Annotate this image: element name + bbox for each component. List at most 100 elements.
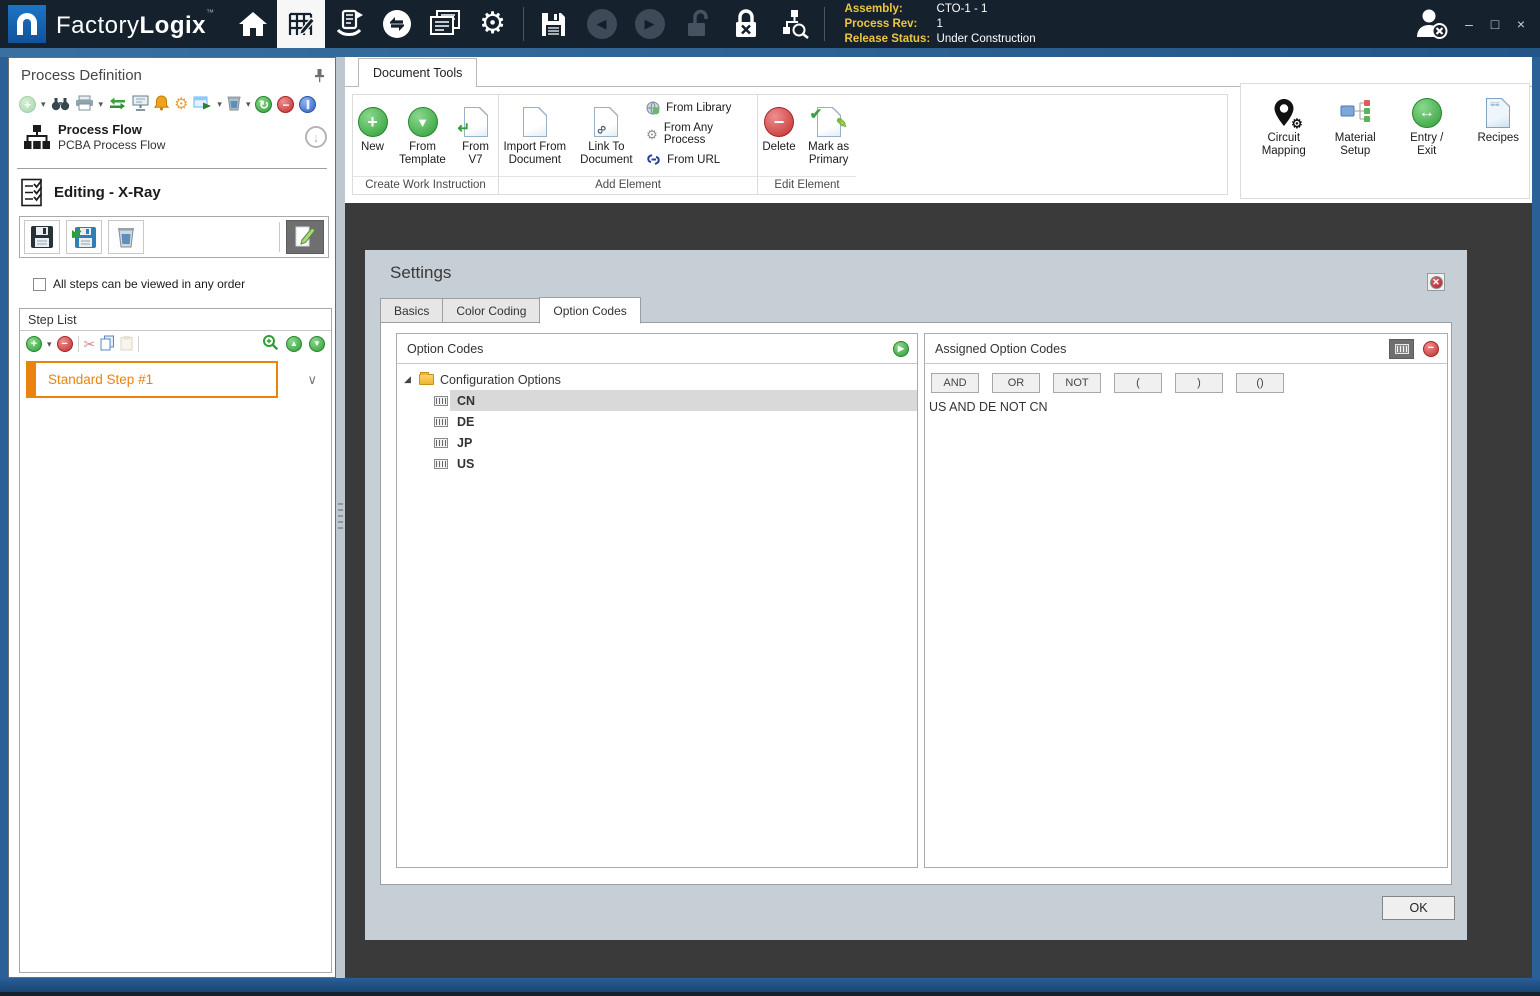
ok-button[interactable]: OK	[1382, 896, 1455, 920]
notify-button[interactable]	[153, 95, 170, 114]
group-create-work-instruction: + New ▼ From Template ↵ From V7 Create W…	[353, 95, 498, 194]
bell-icon	[153, 95, 170, 111]
tree-item-de[interactable]: DE	[397, 411, 917, 432]
option-codes-header-label: Option Codes	[407, 341, 484, 356]
from-template-button[interactable]: ▼ From Template	[395, 101, 451, 169]
maximize-button[interactable]: □	[1482, 11, 1508, 37]
mark-as-primary-button[interactable]: ✔ ✎ Mark as Primary	[803, 101, 855, 169]
tab-document-tools[interactable]: Document Tools	[358, 58, 478, 87]
remove-step-button[interactable]: −	[56, 336, 73, 352]
tab-color-coding[interactable]: Color Coding	[442, 298, 540, 323]
save-button[interactable]	[530, 0, 578, 48]
presentation-button[interactable]	[132, 95, 149, 114]
dialog-close-button[interactable]: ✕	[1427, 273, 1445, 291]
tab-option-codes[interactable]: Option Codes	[539, 297, 641, 324]
panel-splitter[interactable]	[336, 57, 345, 978]
step-expand-chevron[interactable]: ∨	[307, 372, 317, 388]
cut-icon[interactable]: ✂	[84, 337, 96, 351]
new-work-instruction-button[interactable]: + New	[355, 101, 391, 156]
title-bar: FactoryLogix™ ⚙ ◀ ▶ Assembly: CTO-1 - 1 …	[0, 0, 1540, 48]
import-from-document-button[interactable]: Import From Document	[499, 101, 571, 169]
tab-basics[interactable]: Basics	[380, 298, 443, 323]
pin-button[interactable]	[314, 68, 325, 86]
operator-open-paren-button[interactable]: (	[1114, 373, 1162, 393]
export-dropdown-caret[interactable]: ▾	[217, 99, 222, 110]
add-dropdown-caret[interactable]: ▾	[41, 99, 46, 110]
lock-button[interactable]	[722, 0, 770, 48]
step-item-standard-step-1[interactable]: Standard Step #1	[26, 361, 278, 398]
sync-module-button[interactable]	[373, 0, 421, 48]
add-step-caret[interactable]: ▾	[47, 339, 52, 350]
group-edit-element: − Delete ✔ ✎ Mark as Primary Edit Elemen…	[758, 95, 856, 194]
delete-step-button[interactable]	[108, 220, 144, 254]
process-search-button[interactable]	[770, 0, 818, 48]
expand-down-button[interactable]: ↓	[305, 126, 327, 148]
add-process-button[interactable]: +	[19, 96, 36, 113]
checkbox-unchecked[interactable]	[33, 277, 46, 291]
add-step-button[interactable]: +	[26, 336, 42, 352]
move-step-up-button[interactable]: ▲	[286, 336, 302, 352]
operator-and-button[interactable]: AND	[931, 373, 979, 393]
entry-exit-label: Entry / Exit	[1410, 132, 1444, 157]
link-to-document-label: Link To Document	[580, 141, 633, 166]
options-gear-icon[interactable]: ⚙	[174, 96, 188, 113]
reports-module-button[interactable]	[421, 0, 469, 48]
tree-item-us[interactable]: US	[397, 453, 917, 474]
from-v7-button[interactable]: ↵ From V7	[455, 101, 497, 169]
unlock-button[interactable]	[674, 0, 722, 48]
process-definition-module-button[interactable]	[276, 0, 325, 48]
circuit-mapping-button[interactable]: ⚙ Circuit Mapping	[1253, 92, 1315, 198]
zoom-step-button[interactable]	[262, 334, 279, 354]
from-library-button[interactable]: From Library	[646, 101, 757, 115]
operator-or-button[interactable]: OR	[992, 373, 1040, 393]
remove-button[interactable]: −	[277, 96, 295, 113]
export-window-button[interactable]	[193, 96, 212, 114]
entry-exit-button[interactable]: ↔ Entry / Exit	[1396, 92, 1458, 198]
print-button[interactable]	[75, 95, 94, 114]
settings-tabs: Basics Color Coding Option Codes	[380, 297, 641, 324]
forward-button[interactable]: ▶	[626, 0, 674, 48]
production-module-button[interactable]	[325, 0, 373, 48]
remove-expression-button[interactable]: −	[1423, 340, 1439, 357]
tree-item-cn[interactable]: CN	[397, 390, 917, 411]
edit-document-button[interactable]	[286, 220, 324, 254]
user-logout-button[interactable]	[1408, 0, 1456, 48]
paste-button[interactable]	[120, 335, 133, 354]
process-flow-row[interactable]: Process Flow PCBA Process Flow ↓	[23, 122, 327, 152]
minimize-button[interactable]: –	[1456, 11, 1482, 37]
discard-button[interactable]	[227, 95, 241, 114]
assign-option-code-button[interactable]: ▶	[893, 340, 909, 357]
from-url-button[interactable]: From URL	[646, 153, 757, 166]
recipes-button[interactable]: ≡≡ Recipes	[1468, 92, 1530, 198]
tree-item-jp[interactable]: JP	[397, 432, 917, 453]
find-button[interactable]	[51, 96, 70, 114]
operator-not-button[interactable]: NOT	[1053, 373, 1101, 393]
operator-close-paren-button[interactable]: )	[1175, 373, 1223, 393]
from-any-process-button[interactable]: ⚙ From Any Process	[646, 122, 757, 146]
home-button[interactable]	[229, 0, 277, 48]
back-button[interactable]: ◀	[578, 0, 626, 48]
option-code-expression[interactable]: US AND DE NOT CN	[929, 400, 1447, 414]
reassign-button[interactable]	[108, 96, 127, 114]
discard-dropdown-caret[interactable]: ▾	[246, 99, 251, 110]
step-list-panel: Step List + ▾ − ✂ ▲ ▼ Standard Step #1 ∨	[19, 308, 332, 973]
close-button[interactable]: ×	[1508, 11, 1534, 37]
process-flow-subtitle: PCBA Process Flow	[58, 138, 166, 152]
material-setup-button[interactable]: Material Setup	[1325, 92, 1387, 198]
keyboard-entry-button[interactable]	[1389, 338, 1414, 359]
print-dropdown-caret[interactable]: ▾	[99, 99, 104, 110]
copy-button[interactable]	[100, 335, 115, 354]
operator-parens-button[interactable]: ()	[1236, 373, 1284, 393]
move-step-down-button[interactable]: ▼	[309, 336, 325, 352]
refresh-button[interactable]: ↻	[255, 96, 273, 113]
save-step-button[interactable]	[24, 220, 60, 254]
pause-button[interactable]: ∥	[299, 96, 317, 113]
option-code-icon	[434, 458, 448, 469]
import-save-button[interactable]	[66, 220, 102, 254]
tree-root-configuration-options[interactable]: ◢ Configuration Options	[397, 369, 917, 390]
settings-module-button[interactable]: ⚙	[469, 0, 517, 48]
view-order-option[interactable]: All steps can be viewed in any order	[33, 277, 245, 291]
delete-element-button[interactable]: − Delete	[759, 101, 798, 156]
expander-expanded-icon[interactable]: ◢	[404, 374, 414, 385]
link-to-document-button[interactable]: ∞ Link To Document	[575, 101, 639, 169]
